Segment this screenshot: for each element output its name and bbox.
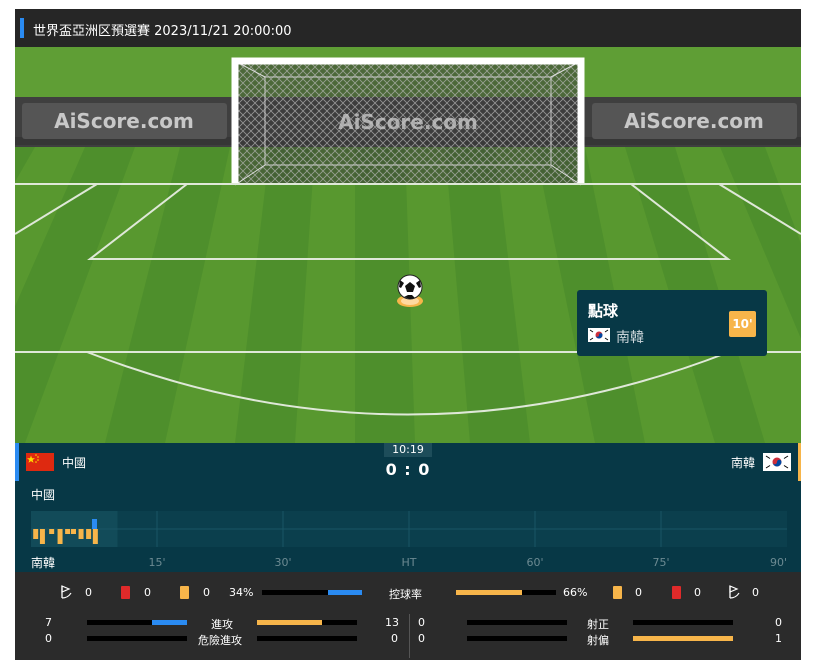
away-shots-on-bar <box>633 620 733 625</box>
match-score: 0 : 0 <box>385 460 431 479</box>
timeline-tick-label: 15' <box>148 556 165 569</box>
ball-icon <box>397 274 423 300</box>
away-momentum-bar <box>86 529 92 539</box>
timeline-tick-label: 60' <box>526 556 543 569</box>
shots-on-label: 射正 <box>587 618 609 631</box>
home-dangerous-attacks-bar <box>87 636 187 641</box>
header-accent <box>20 18 24 38</box>
home-dangerous-attacks: 0 <box>45 632 52 645</box>
timeline-tick-label: 90' <box>770 556 787 569</box>
home-red-cards: 0 <box>144 586 151 599</box>
away-dangerous-attacks: 0 <box>391 632 398 645</box>
home-attacks: 7 <box>45 616 52 629</box>
away-possession-bar <box>456 590 556 595</box>
away-corners: 0 <box>752 586 759 599</box>
stats-divider <box>409 614 410 658</box>
stats-panel: 0 0 0 34% 控球率 66% 0 0 0 7 進攻 13 0 危險進攻 0… <box>15 572 801 660</box>
home-corners: 0 <box>85 586 92 599</box>
away-momentum-bar <box>57 529 63 544</box>
event-team: 南韓 <box>616 330 644 346</box>
home-momentum-bar <box>92 519 97 529</box>
china-flag-icon <box>26 453 54 471</box>
possession-label: 控球率 <box>389 588 422 601</box>
timeline-away-label: 南韓 <box>31 556 56 570</box>
event-title: 點球 <box>588 302 619 320</box>
ad-board-text-left: AiScore.com <box>54 109 194 133</box>
home-shots-on: 0 <box>418 616 425 629</box>
away-red-card-icon <box>672 586 681 599</box>
away-attacks-fill <box>257 620 322 625</box>
home-yellow-card-icon <box>180 586 189 599</box>
home-red-card-icon <box>121 586 130 599</box>
away-attacks-bar <box>257 620 357 625</box>
home-shots-on-bar <box>467 620 567 625</box>
home-shots-off: 0 <box>418 632 425 645</box>
away-momentum-bar <box>78 529 84 539</box>
away-shots-on: 0 <box>775 616 782 629</box>
south-korea-flag-icon <box>763 453 791 471</box>
momentum-chart: 15' 30' HT 60' 75' 90' <box>31 511 787 569</box>
momentum-timeline: 中國 15' 30' HT 60' 75' 90' 南韓 <box>15 481 801 572</box>
away-possession: 66% <box>563 586 588 599</box>
match-clock: 10:19 <box>384 443 432 457</box>
timeline-tick-label: HT <box>402 556 417 569</box>
home-yellow-cards: 0 <box>203 586 210 599</box>
away-shots-off-fill <box>633 636 733 641</box>
away-yellow-card-icon <box>613 586 622 599</box>
away-shots-off-bar <box>633 636 733 641</box>
goal-watermark: AiScore.com <box>338 110 478 134</box>
away-shots-off: 1 <box>775 632 782 645</box>
timeline-tick-label: 30' <box>274 556 291 569</box>
dangerous-attacks-label: 危險進攻 <box>198 634 242 647</box>
home-accent <box>15 443 19 481</box>
away-attacks: 13 <box>385 616 399 629</box>
pitch-view: AiScore.com AiScore.com AiScore.com 點球 南… <box>15 47 801 443</box>
away-red-cards: 0 <box>694 586 701 599</box>
home-attacks-fill <box>152 620 187 625</box>
away-possession-fill <box>456 590 522 595</box>
home-possession-bar <box>262 590 362 595</box>
corner-flag-icon <box>729 585 740 599</box>
away-momentum-bar <box>49 529 55 534</box>
home-attacks-bar <box>87 620 187 625</box>
away-accent <box>798 443 801 481</box>
match-title: 世界盃亞洲区預選賽 2023/11/21 20:00:00 <box>33 24 292 39</box>
match-widget: 世界盃亞洲区預選賽 2023/11/21 20:00:00 AiScore.co… <box>15 9 801 660</box>
home-possession: 34% <box>229 586 254 599</box>
away-team-name: 南韓 <box>730 456 755 470</box>
away-dangerous-attacks-bar <box>257 636 357 641</box>
shots-off-label: 射偏 <box>587 634 609 647</box>
ad-board-text-right: AiScore.com <box>624 109 764 133</box>
away-yellow-cards: 0 <box>635 586 642 599</box>
event-minute-badge: 10' <box>729 311 756 337</box>
away-momentum-bar <box>39 529 45 544</box>
event-popup: 點球 南韓 10' <box>577 290 767 356</box>
match-header: 世界盃亞洲区預選賽 2023/11/21 20:00:00 <box>15 9 801 47</box>
away-momentum-bar <box>71 529 76 534</box>
corner-flag-icon <box>61 585 72 599</box>
pitch-graphic: AiScore.com AiScore.com AiScore.com <box>15 47 801 443</box>
away-momentum-bar <box>33 529 39 539</box>
home-possession-fill <box>328 590 362 595</box>
home-team-name: 中國 <box>62 456 87 470</box>
scoreboard: 中國 10:19 0 : 0 南韓 <box>15 443 801 482</box>
home-shots-off-bar <box>467 636 567 641</box>
away-momentum-bar <box>92 529 98 544</box>
attacks-label: 進攻 <box>211 618 233 631</box>
south-korea-flag-icon <box>588 328 610 342</box>
timeline-tick-label: 75' <box>652 556 669 569</box>
away-momentum-bar <box>65 529 71 534</box>
